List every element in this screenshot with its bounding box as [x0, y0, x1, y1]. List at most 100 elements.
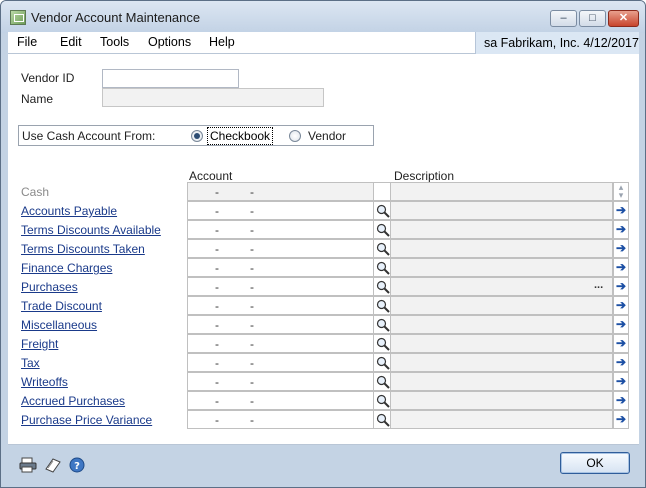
account-segment-separator: -: [250, 223, 254, 237]
account-row-label[interactable]: Accrued Purchases: [21, 394, 125, 408]
account-description-field: [391, 372, 613, 391]
account-row-tax: Tax - - ➔: [18, 353, 629, 372]
account-segment-separator: -: [250, 375, 254, 389]
account-row-label[interactable]: Freight: [21, 337, 58, 351]
ok-button[interactable]: OK: [560, 452, 630, 474]
account-column-header: Account: [189, 169, 233, 183]
checkbook-radio[interactable]: [191, 130, 203, 142]
magnifier-lookup-icon[interactable]: [373, 315, 391, 334]
blue-right-arrow-icon[interactable]: ➔: [613, 239, 629, 258]
account-number-field[interactable]: --: [187, 315, 373, 334]
magnifier-lookup-icon[interactable]: [373, 277, 391, 296]
account-segment-separator: -: [250, 261, 254, 275]
blue-right-arrow-icon[interactable]: ➔: [613, 353, 629, 372]
vendor-radio-label[interactable]: Vendor: [308, 129, 346, 143]
menu-tools[interactable]: Tools: [100, 35, 129, 49]
blue-right-arrow-icon[interactable]: ➔: [613, 277, 629, 296]
account-row-label[interactable]: Terms Discounts Available: [21, 223, 161, 237]
menu-options[interactable]: Options: [148, 35, 191, 49]
blue-right-arrow-icon[interactable]: ➔: [613, 372, 629, 391]
ellipsis-indicator[interactable]: ...: [594, 279, 603, 291]
form-area: Vendor ID Name Use Cash Account From: Ch…: [8, 54, 639, 445]
lookup-disabled-icon: [373, 182, 391, 201]
account-number-field[interactable]: --: [187, 372, 373, 391]
account-number-field[interactable]: --: [187, 296, 373, 315]
account-number-field[interactable]: --: [187, 391, 373, 410]
window-title: Vendor Account Maintenance: [31, 10, 201, 25]
scroll-stepper-icon: ▴ ▾: [613, 182, 629, 201]
printer-icon[interactable]: [19, 457, 37, 473]
account-number-field[interactable]: --: [187, 410, 373, 429]
menu-help[interactable]: Help: [209, 35, 235, 49]
magnifier-lookup-icon[interactable]: [373, 201, 391, 220]
account-row-purchases: Purchases - -... ➔: [18, 277, 629, 296]
account-row-label[interactable]: Tax: [21, 356, 40, 370]
svg-text:?: ?: [74, 461, 80, 472]
account-number-field[interactable]: --: [187, 201, 373, 220]
account-segment-separator: -: [215, 299, 219, 313]
menu-edit[interactable]: Edit: [60, 35, 82, 49]
account-segment-separator: -: [215, 337, 219, 351]
magnifier-lookup-icon[interactable]: [373, 220, 391, 239]
magnifier-lookup-icon[interactable]: [373, 410, 391, 429]
title-bar[interactable]: Vendor Account Maintenance – □ ✕: [1, 1, 645, 33]
account-description-field: [391, 315, 613, 334]
account-segment-separator: -: [250, 185, 254, 199]
account-segment-separator: -: [250, 242, 254, 256]
magnifier-lookup-icon[interactable]: [373, 296, 391, 315]
close-button[interactable]: ✕: [608, 10, 639, 27]
account-description-field: [391, 410, 613, 429]
account-number-field[interactable]: --: [187, 220, 373, 239]
account-row-label[interactable]: Miscellaneous: [21, 318, 97, 332]
account-segment-separator: -: [250, 204, 254, 218]
bottom-bar: [1, 445, 645, 487]
magnifier-lookup-icon[interactable]: [373, 239, 391, 258]
vendor-id-field[interactable]: [102, 69, 239, 88]
account-description-field: [391, 334, 613, 353]
blue-right-arrow-icon[interactable]: ➔: [613, 296, 629, 315]
magnifier-lookup-icon[interactable]: [373, 372, 391, 391]
account-row-label[interactable]: Accounts Payable: [21, 204, 117, 218]
account-number-field[interactable]: --: [187, 239, 373, 258]
blue-right-arrow-icon[interactable]: ➔: [613, 334, 629, 353]
blue-right-arrow-icon[interactable]: ➔: [613, 391, 629, 410]
company-info[interactable]: sa Fabrikam, Inc. 4/12/2017: [475, 32, 639, 54]
account-description-field: [391, 220, 613, 239]
account-description-field: [391, 239, 613, 258]
account-description-field: [391, 296, 613, 315]
minimize-button[interactable]: –: [550, 10, 577, 27]
account-number-field[interactable]: --: [187, 258, 373, 277]
account-row-label[interactable]: Purchase Price Variance: [21, 413, 152, 427]
blue-right-arrow-icon[interactable]: ➔: [613, 315, 629, 334]
account-segment-separator: -: [250, 413, 254, 427]
account-row-label[interactable]: Trade Discount: [21, 299, 102, 313]
account-row-label[interactable]: Writeoffs: [21, 375, 68, 389]
blue-right-arrow-icon[interactable]: ➔: [613, 220, 629, 239]
account-row-terms-discounts-available: Terms Discounts Available - - ➔: [18, 220, 629, 239]
account-row-trade-discount: Trade Discount - - ➔: [18, 296, 629, 315]
magnifier-lookup-icon[interactable]: [373, 258, 391, 277]
account-number-field[interactable]: --: [187, 334, 373, 353]
checkbook-radio-label[interactable]: Checkbook: [207, 127, 274, 145]
help-icon[interactable]: ?: [69, 457, 85, 473]
magnifier-lookup-icon[interactable]: [373, 391, 391, 410]
magnifier-lookup-icon[interactable]: [373, 353, 391, 372]
note-icon[interactable]: [44, 457, 61, 473]
account-row-freight: Freight - - ➔: [18, 334, 629, 353]
account-description-field: [391, 277, 613, 296]
vendor-radio[interactable]: [289, 130, 301, 142]
account-number-field: --: [187, 182, 373, 201]
maximize-button[interactable]: □: [579, 10, 606, 27]
blue-right-arrow-icon[interactable]: ➔: [613, 258, 629, 277]
account-number-field[interactable]: --: [187, 353, 373, 372]
blue-right-arrow-icon[interactable]: ➔: [613, 410, 629, 429]
menu-file[interactable]: File: [17, 35, 37, 49]
blue-right-arrow-icon[interactable]: ➔: [613, 201, 629, 220]
account-row-label: Cash: [21, 185, 50, 199]
account-row-label[interactable]: Purchases: [21, 280, 78, 294]
account-row-label[interactable]: Terms Discounts Taken: [21, 242, 145, 256]
magnifier-lookup-icon[interactable]: [373, 334, 391, 353]
account-segment-separator: -: [215, 413, 219, 427]
account-row-label[interactable]: Finance Charges: [21, 261, 112, 275]
account-number-field[interactable]: --: [187, 277, 373, 296]
